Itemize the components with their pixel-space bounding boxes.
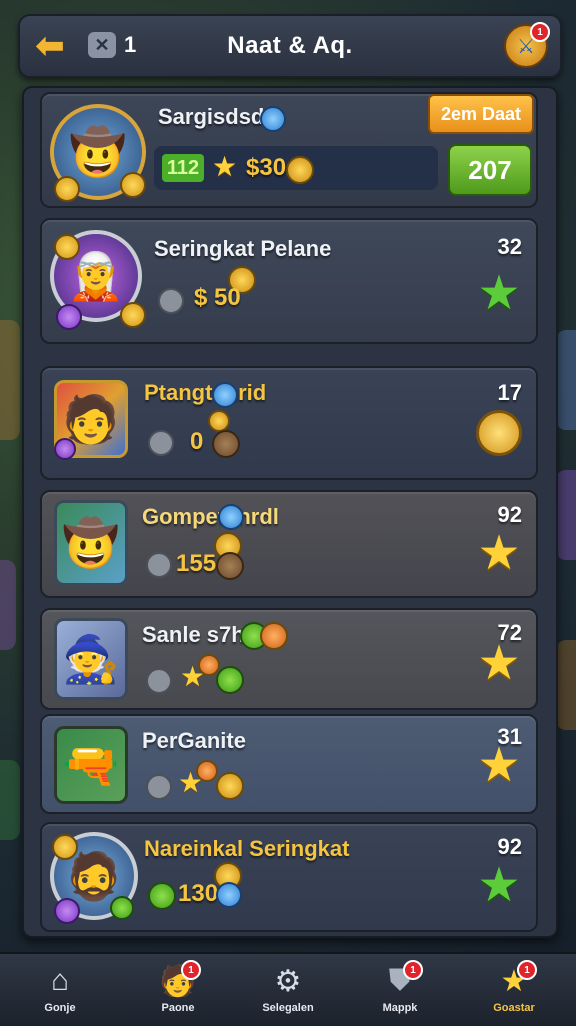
- gold-star-icon[interactable]: ★: [474, 739, 524, 792]
- background-building: [0, 560, 16, 650]
- coin-icon: [120, 172, 146, 198]
- player-name: Sargisdsde: [158, 104, 277, 129]
- top-bar: ⬅ ✕ 1 Naat & Aq. ⚔ 1: [18, 14, 562, 78]
- player-score-button[interactable]: 207: [448, 144, 532, 196]
- tools-icon[interactable]: ✕: [88, 32, 116, 58]
- back-button[interactable]: ⬅: [30, 26, 70, 66]
- tool-count: 1: [124, 32, 137, 57]
- gold-coin-icon: [476, 410, 522, 456]
- coin-icon: [260, 622, 288, 650]
- notification-badge: 1: [530, 22, 550, 42]
- coin-icon: [286, 156, 314, 184]
- coin-icon: [196, 760, 218, 782]
- diamond-icon: [216, 882, 242, 908]
- currency-amount: $ 50: [194, 284, 241, 311]
- hero-avatar: 🔫: [54, 726, 128, 804]
- hero-avatar: 🧙: [54, 618, 128, 700]
- nav-label: Paone: [161, 1002, 195, 1014]
- coin-icon: [216, 772, 244, 800]
- hero-avatar: 🤠: [54, 500, 128, 586]
- nav-item-heroes[interactable]: 🧑 1 Paone: [130, 954, 226, 1026]
- empty-slot-icon: [148, 430, 174, 456]
- star-icon: ★ 1: [495, 960, 537, 1000]
- notification-badge: 1: [403, 960, 423, 980]
- diamond-icon: [212, 382, 238, 408]
- nav-item-settings[interactable]: ⚙ Selegalen: [240, 954, 336, 1026]
- empty-slot-icon: [146, 552, 172, 578]
- nav-label: Mappk: [382, 1002, 418, 1014]
- list-item[interactable]: 🤠 Gompet Inrdl 92 155 ★: [40, 490, 538, 598]
- gold-star-icon[interactable]: ★: [474, 637, 524, 690]
- green-star-icon[interactable]: ★: [474, 267, 524, 320]
- shield-icon: ⛊ 1: [381, 960, 423, 1000]
- background-building: [0, 760, 20, 840]
- green-orb-icon: [148, 882, 176, 910]
- diamond-icon: [260, 106, 286, 132]
- gem-icon: [56, 304, 82, 330]
- bronze-coin-icon: [216, 552, 244, 580]
- currency-amount: 155: [176, 550, 217, 577]
- nav-label: Selegalen: [262, 1002, 314, 1014]
- player-name: Gompet Inrdl: [142, 504, 279, 529]
- level-badge: 112: [162, 154, 204, 182]
- gem-icon: [54, 898, 80, 924]
- notification-badge: 1: [517, 960, 537, 980]
- settings-icon: ⚙: [274, 964, 302, 998]
- back-arrow-icon: ⬅: [35, 27, 65, 65]
- player-name: Seringkat Pelane: [154, 236, 332, 261]
- player-name: Ptangt Inrid: [144, 380, 267, 405]
- player-name: PerGanite: [142, 728, 246, 753]
- notification-badge: 1: [181, 960, 201, 980]
- coin-icon: [54, 234, 80, 260]
- badge-button[interactable]: 2em Daat: [428, 94, 534, 134]
- list-item[interactable]: 🧔 Nareinkal Seringkat 92 130 ★: [40, 822, 538, 932]
- player-name: Sanle s7h: [142, 622, 245, 647]
- background-building: [556, 470, 576, 560]
- green-orb-icon: [110, 896, 134, 920]
- coin-icon: [54, 176, 80, 202]
- currency-amount: 0: [190, 428, 204, 455]
- empty-slot-icon: [158, 288, 184, 314]
- coin-icon: [208, 410, 230, 432]
- score: 17: [497, 380, 522, 405]
- nav-label: Gonje: [44, 1002, 76, 1014]
- empty-slot-icon: [146, 774, 172, 800]
- nav-item-map[interactable]: ⛊ 1 Mappk: [352, 954, 448, 1026]
- background-building: [556, 640, 576, 730]
- nav-label: Goastar: [493, 1002, 535, 1014]
- hero-icon: 🧑 1: [159, 960, 201, 1000]
- quest-button[interactable]: ⚔ 1: [504, 22, 550, 68]
- bronze-coin-icon: [212, 430, 240, 458]
- page-title: Naat & Aq.: [227, 32, 353, 59]
- gold-coin-icon[interactable]: [474, 408, 524, 458]
- coin-icon: [52, 834, 78, 860]
- star-icon: ★: [212, 151, 238, 182]
- home-icon: ⌂: [50, 964, 70, 997]
- gold-star-icon[interactable]: ★: [474, 527, 524, 580]
- list-item[interactable]: 🔫 PerGanite 31 ★ ★: [40, 714, 538, 814]
- nav-item-star[interactable]: ★ 1 Goastar: [466, 954, 562, 1026]
- empty-slot-icon: [146, 668, 172, 694]
- green-orb-icon: [216, 666, 244, 694]
- nav-item-home[interactable]: ⌂ Gonje: [12, 954, 108, 1026]
- gem-icon: [54, 438, 76, 460]
- green-star-icon[interactable]: ★: [474, 859, 524, 912]
- player-currency: $30: [246, 154, 287, 181]
- list-item[interactable]: 🧙 Sanle s7h 72 ★ ★: [40, 608, 538, 710]
- currency-amount: 130: [178, 880, 219, 907]
- list-item[interactable]: 🧑 Ptangt Inrid 17 0: [40, 366, 538, 480]
- list-item[interactable]: 🧝 Seringkat Pelane 32 $ 50 ★: [40, 218, 538, 344]
- score: 32: [497, 234, 522, 259]
- player-card: 🤠 Sargisdsde 112 ★ $30 2em Daat 207: [40, 92, 538, 208]
- bottom-nav: ⌂ Gonje 🧑 1 Paone ⚙ Selegalen ⛊ 1 Mappk …: [0, 952, 576, 1026]
- player-name: Nareinkal Seringkat: [144, 836, 350, 861]
- coin-icon: [120, 302, 146, 328]
- background-building: [556, 330, 576, 430]
- diamond-icon: [218, 504, 244, 530]
- background-building: [0, 320, 20, 440]
